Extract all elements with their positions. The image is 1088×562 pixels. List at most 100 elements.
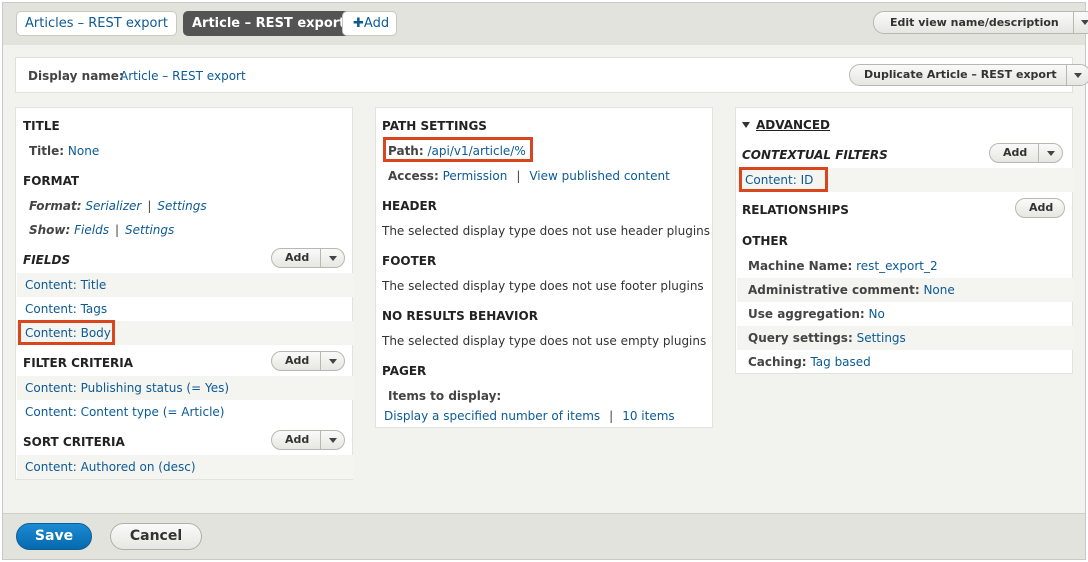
chevron-down-icon[interactable] bbox=[1038, 144, 1062, 162]
advanced-heading: ADVANCED bbox=[756, 118, 831, 132]
display-name-link[interactable]: Article – REST export bbox=[120, 69, 246, 83]
list-item: Use aggregation: No bbox=[737, 302, 1073, 326]
views-ui-editor: Articles – REST export Article – REST ex… bbox=[2, 2, 1088, 560]
list-item: Caching: Tag based bbox=[737, 350, 1073, 374]
chevron-down-icon[interactable] bbox=[1065, 65, 1088, 85]
no-results-text: The selected display type does not use e… bbox=[382, 334, 707, 348]
tab-article-rest-export[interactable]: Article – REST export bbox=[183, 11, 355, 36]
show-setting: Show: Fields | Settings bbox=[29, 223, 175, 237]
list-item: Content: Title bbox=[17, 273, 353, 297]
edit-view-name-label: Edit view name/description bbox=[890, 15, 1059, 29]
format-setting: Format: Serializer | Settings bbox=[29, 199, 207, 213]
column-page-settings: PATH SETTINGS Path: /api/v1/article/% Ac… bbox=[375, 107, 713, 428]
machine-name-setting: Machine Name: rest_export_2 bbox=[748, 259, 938, 273]
sort-add-button[interactable]: Add bbox=[271, 430, 346, 450]
chevron-down-icon[interactable] bbox=[320, 352, 344, 370]
access-view-published-link[interactable]: View published content bbox=[529, 169, 669, 183]
list-item: Query settings: Settings bbox=[737, 326, 1073, 350]
caching-label: Caching: bbox=[748, 355, 807, 369]
chevron-down-icon[interactable] bbox=[320, 249, 344, 267]
header-heading: HEADER bbox=[382, 199, 437, 213]
filter-add-label: Add bbox=[285, 354, 310, 367]
column-advanced: ADVANCED CONTEXTUAL FILTERS Add Content:… bbox=[735, 107, 1073, 374]
relationships-add-button[interactable]: Add bbox=[1015, 198, 1066, 218]
caching-link[interactable]: Tag based bbox=[810, 355, 870, 369]
fields-add-button[interactable]: Add bbox=[271, 248, 346, 268]
fields-heading: FIELDS bbox=[23, 253, 71, 267]
machine-name-link[interactable]: rest_export_2 bbox=[856, 259, 938, 273]
title-label: Title: bbox=[29, 144, 65, 158]
form-actions-bar: Save Cancel bbox=[3, 513, 1085, 559]
chevron-down-icon[interactable] bbox=[1072, 12, 1088, 33]
field-content-title-link[interactable]: Content: Title bbox=[25, 278, 106, 292]
filter-content-type-link[interactable]: Content: Content type (= Article) bbox=[25, 405, 224, 419]
other-heading: OTHER bbox=[742, 234, 788, 248]
list-item: Content: Tags bbox=[17, 297, 353, 321]
no-results-heading: NO RESULTS BEHAVIOR bbox=[382, 309, 538, 323]
column-basic: TITLE Title: None FORMAT Format: Seriali… bbox=[15, 107, 353, 480]
header-text: The selected display type does not use h… bbox=[382, 224, 711, 238]
format-serializer-link[interactable]: Serializer bbox=[85, 199, 141, 213]
tab-articles-rest-export[interactable]: Articles – REST export bbox=[16, 11, 177, 36]
admin-comment-link[interactable]: None bbox=[923, 283, 954, 297]
display-tab-bar: Articles – REST export Article – REST ex… bbox=[3, 3, 1088, 45]
format-settings-link[interactable]: Settings bbox=[157, 199, 206, 213]
sort-add-label: Add bbox=[285, 433, 310, 446]
machine-name-label: Machine Name: bbox=[748, 259, 853, 273]
title-heading: TITLE bbox=[23, 119, 60, 133]
pager-type-link[interactable]: Display a specified number of items bbox=[384, 409, 600, 423]
triangle-down-icon bbox=[742, 122, 750, 128]
contextual-add-button[interactable]: Add bbox=[989, 143, 1064, 163]
title-setting: Title: None bbox=[29, 144, 99, 158]
access-setting: Access: Permission | View published conten… bbox=[388, 169, 670, 183]
show-settings-link[interactable]: Settings bbox=[125, 223, 174, 237]
relationships-add-label: Add bbox=[1029, 201, 1054, 214]
show-label: Show: bbox=[29, 223, 71, 237]
pager-items-count-link[interactable]: 10 items bbox=[622, 409, 674, 423]
save-button[interactable]: Save bbox=[16, 523, 92, 550]
highlight-box bbox=[18, 320, 115, 345]
query-settings-setting: Query settings: Settings bbox=[748, 331, 906, 345]
display-name-label: Display name: bbox=[28, 69, 124, 83]
duplicate-display-button[interactable]: Duplicate Article – REST export bbox=[849, 64, 1088, 86]
edit-view-name-button[interactable]: Edit view name/description bbox=[873, 11, 1088, 34]
chevron-down-icon[interactable] bbox=[320, 431, 344, 449]
sort-authored-on-link[interactable]: Content: Authored on (desc) bbox=[25, 460, 196, 474]
query-settings-label: Query settings: bbox=[748, 331, 853, 345]
filter-publishing-status-link[interactable]: Content: Publishing status (= Yes) bbox=[25, 381, 229, 395]
display-name-bar: Display name: Article – REST export Dupl… bbox=[15, 57, 1088, 93]
add-display-button[interactable]: ✚Add bbox=[342, 11, 398, 36]
aggregation-link[interactable]: No bbox=[869, 307, 885, 321]
contextual-filters-heading: CONTEXTUAL FILTERS bbox=[742, 148, 888, 162]
list-item: Content: Publishing status (= Yes) bbox=[17, 376, 353, 400]
path-settings-heading: PATH SETTINGS bbox=[382, 119, 487, 133]
list-item: Content: Authored on (desc) bbox=[17, 455, 353, 479]
advanced-toggle[interactable]: ADVANCED bbox=[742, 118, 830, 132]
format-heading: FORMAT bbox=[23, 174, 80, 188]
items-to-display-label: Items to display: bbox=[388, 389, 502, 403]
filter-add-button[interactable]: Add bbox=[271, 351, 346, 371]
access-permission-link[interactable]: Permission bbox=[443, 169, 508, 183]
aggregation-label: Use aggregation: bbox=[748, 307, 865, 321]
fields-add-label: Add bbox=[285, 251, 310, 264]
filter-criteria-heading: FILTER CRITERIA bbox=[23, 356, 134, 370]
footer-heading: FOOTER bbox=[382, 254, 437, 268]
cancel-button[interactable]: Cancel bbox=[110, 523, 202, 550]
access-label: Access: bbox=[388, 169, 439, 183]
query-settings-link[interactable]: Settings bbox=[857, 331, 906, 345]
add-display-label: Add bbox=[363, 16, 390, 31]
relationships-heading: RELATIONSHIPS bbox=[742, 203, 849, 217]
contextual-add-label: Add bbox=[1003, 146, 1028, 159]
footer-text: The selected display type does not use f… bbox=[382, 279, 704, 293]
list-item: Content: Content type (= Article) bbox=[17, 400, 353, 424]
sort-criteria-heading: SORT CRITERIA bbox=[23, 435, 125, 449]
show-fields-link[interactable]: Fields bbox=[74, 223, 109, 237]
caching-setting: Caching: Tag based bbox=[748, 355, 871, 369]
highlight-box bbox=[383, 137, 533, 162]
aggregation-setting: Use aggregation: No bbox=[748, 307, 885, 321]
field-content-tags-link[interactable]: Content: Tags bbox=[25, 302, 107, 316]
highlight-box bbox=[739, 167, 828, 192]
items-to-display-setting: Display a specified number of items | 10 i… bbox=[384, 409, 675, 423]
title-value-link[interactable]: None bbox=[68, 144, 99, 158]
plus-icon: ✚ bbox=[353, 16, 364, 31]
